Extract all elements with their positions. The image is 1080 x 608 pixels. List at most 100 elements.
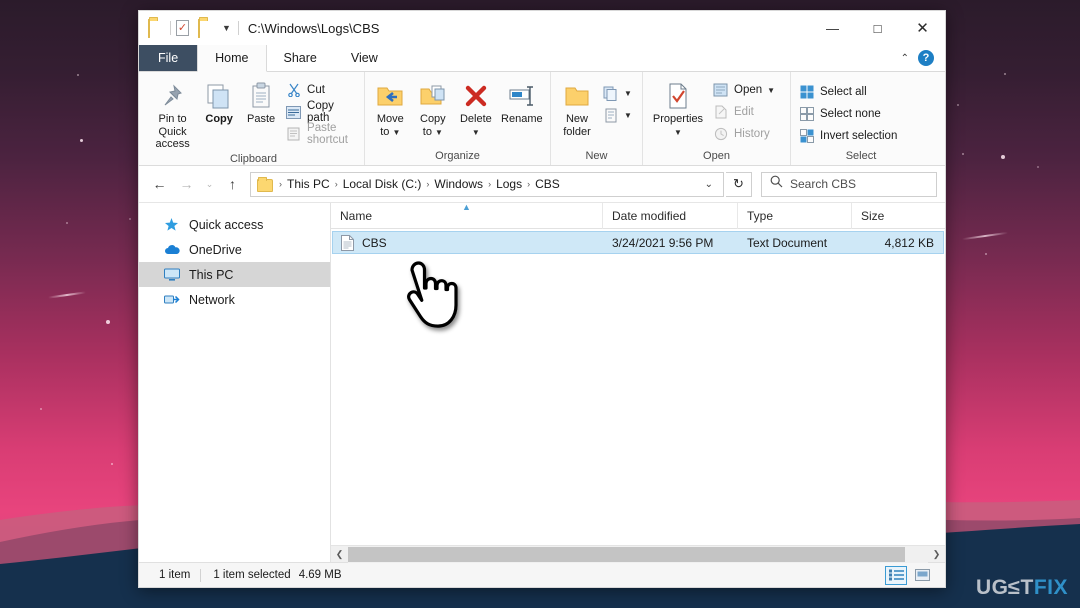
column-header-type[interactable]: Type (738, 202, 852, 229)
open-button[interactable]: Open ▼ (709, 80, 778, 100)
view-mode-buttons (885, 565, 939, 585)
scrollbar-track[interactable] (348, 545, 928, 563)
chevron-down-icon[interactable]: ⌄ (698, 179, 720, 190)
edit-button[interactable]: Edit (709, 102, 778, 122)
cut-label: Cut (307, 84, 325, 96)
chevron-down-icon[interactable]: ▼ (767, 86, 775, 95)
details-view-button[interactable] (885, 565, 907, 585)
new-folder-button[interactable]: New folder (555, 77, 599, 140)
forward-button[interactable]: → (174, 172, 199, 197)
breadcrumb-item-this-pc[interactable]: This PC (284, 177, 333, 191)
sidebar-item-this-pc[interactable]: This PC (139, 262, 330, 287)
open-small-commands: Open ▼ Edit History (709, 77, 778, 144)
select-none-button[interactable]: Select none (795, 104, 900, 124)
ribbon-group-label-open: Open (703, 150, 730, 162)
clipboard-small-commands: Cut Copy path Paste shortcut (282, 77, 360, 146)
paste-shortcut-button[interactable]: Paste shortcut (282, 122, 360, 146)
rename-label: Rename (501, 113, 543, 125)
move-to-button[interactable]: Move to ▼ (369, 77, 412, 141)
sidebar-item-quick-access[interactable]: Quick access (139, 212, 330, 237)
table-row[interactable]: CBS 3/24/2021 9:56 PM Text Document 4,81… (332, 231, 944, 254)
pin-icon (160, 79, 186, 113)
scroll-left-button[interactable]: ❮ (331, 545, 348, 563)
sidebar-item-onedrive[interactable]: OneDrive (139, 237, 330, 262)
tab-file[interactable]: File (139, 45, 198, 71)
onedrive-cloud-icon (163, 241, 180, 258)
file-explorer-window: ✓ ▼ C:\Windows\Logs\CBS — □ ✕ File Home … (138, 10, 946, 588)
breadcrumb-bar[interactable]: › This PC › Local Disk (C:) › Windows › … (250, 171, 724, 197)
ribbon-group-label-organize: Organize (435, 150, 480, 162)
paste-shortcut-icon (285, 126, 302, 143)
new-item-button[interactable]: ▼ (599, 83, 635, 103)
chevron-down-icon[interactable]: ▼ (624, 111, 632, 120)
select-all-button[interactable]: Select all (795, 82, 900, 102)
star-decoration (962, 153, 964, 155)
search-box[interactable]: Search CBS (761, 171, 937, 197)
breadcrumb-item-logs[interactable]: Logs (493, 177, 525, 191)
chevron-down-icon[interactable]: ▼ (624, 89, 632, 98)
ribbon: Pin to Quick access Copy Paste Cut Copy … (139, 72, 945, 166)
sort-ascending-icon: ▲ (462, 201, 471, 212)
history-label: History (734, 128, 770, 140)
pin-to-quick-access-button[interactable]: Pin to Quick access (147, 77, 198, 153)
invert-selection-label: Invert selection (820, 130, 898, 142)
folder-icon[interactable] (148, 18, 165, 38)
refresh-button[interactable]: ↻ (726, 171, 752, 197)
cut-button[interactable]: Cut (282, 80, 360, 100)
horizontal-scrollbar[interactable]: ❮ ❯ (331, 545, 945, 563)
easy-access-button[interactable]: ▼ (599, 105, 635, 125)
column-header-date-modified[interactable]: Date modified (603, 202, 738, 229)
sidebar-item-network[interactable]: Network (139, 287, 330, 312)
column-header-size[interactable]: Size (852, 203, 945, 229)
desktop-wallpaper: ✓ ▼ C:\Windows\Logs\CBS — □ ✕ File Home … (0, 0, 1080, 608)
copy-icon (205, 79, 233, 113)
copy-path-icon (285, 104, 302, 121)
breadcrumb-item-cbs[interactable]: CBS (532, 177, 563, 191)
scroll-right-button[interactable]: ❯ (928, 545, 945, 563)
up-button[interactable]: ↑ (220, 172, 245, 197)
ribbon-tab-right-controls: ⌃ ? (901, 45, 945, 71)
star-decoration (66, 222, 68, 224)
history-button[interactable]: History (709, 124, 778, 144)
maximize-button[interactable]: □ (855, 11, 900, 45)
copy-button[interactable]: Copy (198, 77, 240, 128)
chevron-down-icon[interactable]: ▼ (220, 23, 233, 33)
paste-button[interactable]: Paste (240, 77, 282, 128)
copy-path-button[interactable]: Copy path (282, 100, 360, 124)
close-button[interactable]: ✕ (900, 11, 945, 45)
file-list-pane: Name ▲ Date modified Type Size CBS 3/24/… (331, 201, 945, 563)
divider (237, 21, 239, 35)
column-header-name-label: Name (340, 208, 373, 223)
tab-view[interactable]: View (334, 45, 395, 71)
column-header-name[interactable]: Name ▲ (331, 201, 603, 229)
new-folder-icon[interactable] (198, 18, 215, 38)
star-decoration (1001, 155, 1005, 159)
explorer-main: Quick access OneDrive This PC Network Na… (139, 201, 945, 563)
star-decoration (1037, 166, 1039, 168)
properties-button[interactable]: Properties ▼ (647, 77, 709, 141)
properties-icon[interactable]: ✓ (176, 20, 193, 37)
help-icon[interactable]: ? (918, 50, 934, 66)
tab-home[interactable]: Home (197, 45, 267, 72)
star-decoration (106, 320, 110, 324)
recent-locations-button[interactable]: ⌄ (201, 172, 218, 197)
large-icons-view-button[interactable] (911, 566, 933, 585)
rename-button[interactable]: Rename (498, 77, 546, 128)
invert-selection-button[interactable]: Invert selection (795, 126, 900, 146)
back-button[interactable]: ← (147, 172, 172, 197)
tab-share[interactable]: Share (267, 45, 334, 71)
search-input[interactable]: Search CBS (790, 177, 856, 191)
breadcrumb-item-local-disk[interactable]: Local Disk (C:) (340, 177, 425, 191)
edit-label: Edit (734, 106, 754, 118)
star-decoration (129, 218, 131, 220)
minimize-button[interactable]: — (810, 11, 855, 45)
ugetfix-watermark: UG≤TFIX (976, 576, 1068, 600)
copy-to-button[interactable]: Copy to ▼ (412, 77, 455, 141)
scrollbar-thumb[interactable] (348, 546, 905, 562)
properties-label: Properties ▼ (652, 113, 704, 137)
breadcrumb-item-windows[interactable]: Windows (431, 177, 486, 191)
chevron-up-icon[interactable]: ⌃ (901, 53, 909, 64)
ribbon-group-open: Properties ▼ Open ▼ Edit History Open (643, 72, 791, 165)
delete-button[interactable]: Delete ▼ (454, 77, 498, 141)
delete-label: Delete ▼ (459, 113, 492, 137)
